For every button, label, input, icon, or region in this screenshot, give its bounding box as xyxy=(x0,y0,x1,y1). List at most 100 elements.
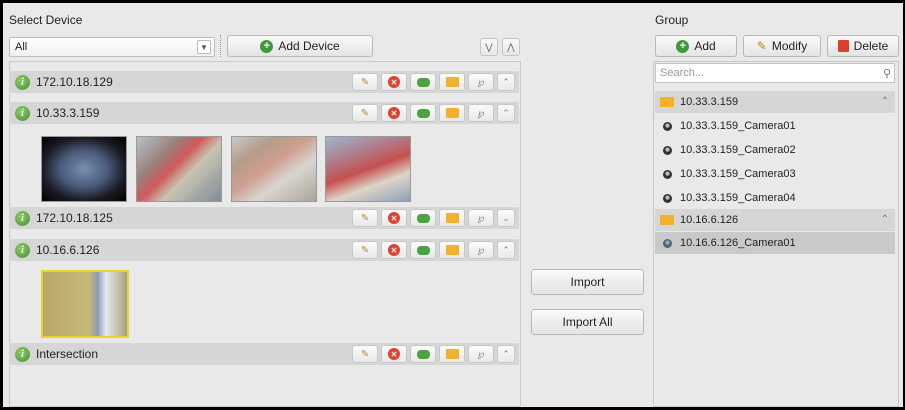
edit-device-button[interactable]: ✎ xyxy=(352,73,378,91)
search-placeholder: Search... xyxy=(660,67,705,79)
x-circle-icon: ✕ xyxy=(388,76,400,88)
device-filter-select[interactable]: All ▼ xyxy=(9,37,215,57)
wrench-icon: ℘ xyxy=(477,212,485,224)
delete-device-button[interactable]: ✕ xyxy=(381,104,407,122)
collapse-device-button[interactable]: ⌃ xyxy=(497,73,515,91)
camera-name: 10.33.3.159_Camera03 xyxy=(680,168,796,180)
folder-device-button[interactable] xyxy=(439,73,465,91)
info-icon[interactable]: i xyxy=(15,242,30,258)
camera-list-item[interactable]: 10.33.3.159_Camera03 xyxy=(655,163,895,185)
camera-thumbnail[interactable] xyxy=(136,136,222,202)
wrench-icon: ℘ xyxy=(477,348,485,360)
link-icon xyxy=(416,108,430,118)
delete-group-label: Delete xyxy=(853,39,889,53)
camera-thumbnail[interactable] xyxy=(325,136,411,202)
info-icon[interactable]: i xyxy=(15,346,30,362)
pencil-icon: ✎ xyxy=(756,39,767,53)
collapse-device-button[interactable]: ⌃ xyxy=(497,345,515,363)
camera-list-item-selected[interactable]: 10.16.6.126_Camera01 xyxy=(655,232,895,254)
camera-thumbnail[interactable] xyxy=(41,136,127,202)
group-row[interactable]: 10.33.3.159 ⌃ xyxy=(655,91,895,113)
add-device-label: Add Device xyxy=(278,39,340,53)
device-row[interactable]: i 172.10.18.129 ✎ ✕ ℘ ⌃ xyxy=(9,71,519,93)
camera-list-item[interactable]: 10.33.3.159_Camera01 xyxy=(655,115,895,137)
edit-device-button[interactable]: ✎ xyxy=(352,209,378,227)
import-all-button[interactable]: Import All xyxy=(531,309,644,335)
edit-device-button[interactable]: ✎ xyxy=(352,104,378,122)
delete-group-button[interactable]: Delete xyxy=(827,35,899,57)
link-device-button[interactable] xyxy=(410,73,436,91)
device-name: Intersection xyxy=(36,347,99,361)
add-group-button[interactable]: + Add xyxy=(655,35,737,57)
config-device-button[interactable]: ℘ xyxy=(468,241,494,259)
expand-all-button[interactable]: ⋁ xyxy=(480,38,498,56)
import-button[interactable]: Import xyxy=(531,269,644,295)
device-name: 172.10.18.125 xyxy=(36,211,113,225)
link-device-button[interactable] xyxy=(410,104,436,122)
camera-icon xyxy=(663,238,672,248)
group-title: Group xyxy=(655,13,689,27)
info-icon[interactable]: i xyxy=(15,74,30,90)
group-row[interactable]: 10.16.6.126 ⌃ xyxy=(655,209,895,231)
folder-device-button[interactable] xyxy=(439,209,465,227)
edit-device-button[interactable]: ✎ xyxy=(352,241,378,259)
camera-list-item[interactable]: 10.33.3.159_Camera02 xyxy=(655,139,895,161)
search-icon[interactable]: ⚲ xyxy=(883,65,891,83)
edit-device-button[interactable]: ✎ xyxy=(352,345,378,363)
collapse-device-button[interactable]: ⌃ xyxy=(497,241,515,259)
device-name: 10.33.3.159 xyxy=(36,106,100,120)
pencil-icon: ✎ xyxy=(360,348,370,360)
camera-list-item[interactable]: 10.33.3.159_Camera04 xyxy=(655,187,895,209)
trash-icon xyxy=(837,40,849,52)
camera-name: 10.33.3.159_Camera01 xyxy=(680,120,796,132)
link-device-button[interactable] xyxy=(410,241,436,259)
device-toolbar: ✎ ✕ ℘ ⌃ xyxy=(352,104,515,122)
chevron-up-icon[interactable]: ⌃ xyxy=(881,96,889,107)
double-chevron-down-icon: ⋁ xyxy=(485,41,493,52)
config-device-button[interactable]: ℘ xyxy=(468,73,494,91)
delete-device-button[interactable]: ✕ xyxy=(381,241,407,259)
wrench-icon: ℘ xyxy=(477,76,485,88)
add-device-button[interactable]: + Add Device xyxy=(227,35,373,57)
link-device-button[interactable] xyxy=(410,345,436,363)
device-name: 172.10.18.129 xyxy=(36,75,113,89)
config-device-button[interactable]: ℘ xyxy=(468,345,494,363)
folder-device-button[interactable] xyxy=(439,241,465,259)
camera-thumbnail-selected[interactable] xyxy=(41,270,129,338)
folder-device-button[interactable] xyxy=(439,104,465,122)
collapse-device-button[interactable]: ⌃ xyxy=(497,104,515,122)
device-row[interactable]: i 10.16.6.126 ✎ ✕ ℘ ⌃ xyxy=(9,239,519,261)
folder-icon xyxy=(445,245,459,255)
info-icon[interactable]: i xyxy=(15,210,30,226)
modify-group-button[interactable]: ✎ Modify xyxy=(743,35,821,57)
collapse-all-button[interactable]: ⋀ xyxy=(502,38,520,56)
group-search-input[interactable]: Search... ⚲ xyxy=(655,63,895,83)
info-icon[interactable]: i xyxy=(15,105,30,121)
delete-device-button[interactable]: ✕ xyxy=(381,73,407,91)
folder-icon xyxy=(660,97,674,107)
chevron-up-icon[interactable]: ⌃ xyxy=(881,214,889,225)
link-icon xyxy=(416,245,430,255)
delete-device-button[interactable]: ✕ xyxy=(381,345,407,363)
camera-name: 10.16.6.126_Camera01 xyxy=(680,237,796,249)
import-label: Import xyxy=(570,275,605,289)
delete-device-button[interactable]: ✕ xyxy=(381,209,407,227)
circle-plus-icon: + xyxy=(260,39,274,53)
link-device-button[interactable] xyxy=(410,209,436,227)
camera-thumbnail[interactable] xyxy=(231,136,317,202)
device-row[interactable]: i Intersection ✎ ✕ ℘ ⌃ xyxy=(9,343,519,365)
link-icon xyxy=(416,213,430,223)
device-row[interactable]: i 10.33.3.159 ✎ ✕ ℘ ⌃ xyxy=(9,102,519,124)
app-frame: Select Device All ▼ + Add Device ⋁ ⋀ i 1… xyxy=(3,3,903,407)
modify-group-label: Modify xyxy=(771,39,808,53)
expand-device-button[interactable]: ⌄ xyxy=(497,209,515,227)
chevron-up-icon: ⌃ xyxy=(502,76,510,87)
folder-device-button[interactable] xyxy=(439,345,465,363)
camera-icon xyxy=(663,169,672,179)
pencil-icon: ✎ xyxy=(360,212,370,224)
config-device-button[interactable]: ℘ xyxy=(468,104,494,122)
toolbar-divider xyxy=(220,35,221,57)
x-circle-icon: ✕ xyxy=(388,107,400,119)
config-device-button[interactable]: ℘ xyxy=(468,209,494,227)
device-row[interactable]: i 172.10.18.125 ✎ ✕ ℘ ⌄ xyxy=(9,207,519,229)
